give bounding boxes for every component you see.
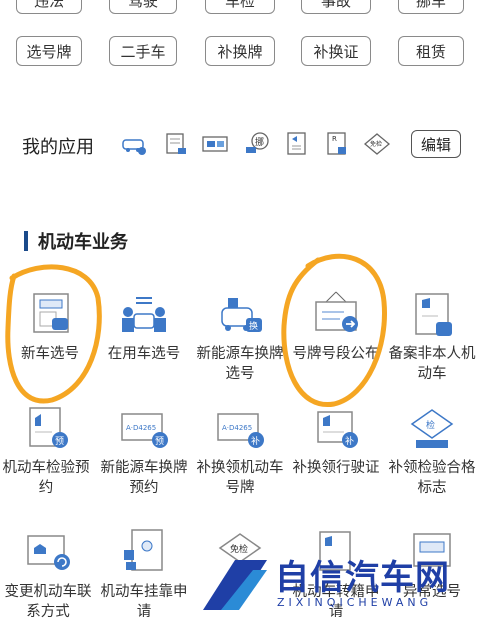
shortcut-replace-license[interactable]: 补换证 (301, 36, 371, 66)
affiliation-icon (124, 529, 163, 571)
tile-replace-license[interactable]: 补 补换领行驶证 (288, 404, 384, 478)
ev-plate-swap-icon: 换 (221, 298, 262, 332)
tile-label: 补换领行驶证 (292, 460, 380, 476)
tile-plate-range-announce[interactable]: 号牌号段公布 (288, 290, 384, 364)
svg-text:预: 预 (155, 436, 164, 447)
tile-change-contact[interactable]: 变更机动车联系方式 (0, 528, 96, 619)
watermark-subtitle: ZIXINQICHEWANG (277, 596, 433, 609)
car-exam-icon[interactable] (120, 131, 148, 157)
watermark-logo: 自信汽车网 ZIXINQICHEWANG (195, 550, 480, 619)
watermark-logo-icon (203, 560, 267, 610)
tile-label: 在用车选号 (107, 346, 181, 362)
document-icon[interactable] (161, 131, 189, 157)
record-vehicle-icon (415, 293, 452, 336)
tile-label: 新能源车换牌预约 (100, 460, 188, 496)
section-header: 机动车业务 (24, 228, 128, 254)
plate-icon[interactable] (201, 131, 229, 157)
tile-ev-plate-swap[interactable]: 换 新能源车换牌选号 (192, 290, 288, 384)
tile-record-vehicle[interactable]: 备案非本人机动车 (384, 290, 480, 384)
tile-new-car-plate[interactable]: 新车选号 (2, 290, 98, 364)
tile-label: 号牌号段公布 (292, 346, 380, 362)
tile-label: 备案非本人机动车 (388, 346, 476, 382)
used-car-plate-icon (122, 297, 166, 332)
shortcut-move-car[interactable]: 挪车 (398, 0, 464, 14)
my-apps-row: 我的应用 挪 R 免检 编辑 (0, 125, 480, 165)
svg-text:挪: 挪 (255, 136, 264, 148)
replace-license-icon: 补 (317, 411, 358, 448)
ev-plate-booking-icon: A·D4265 预 (121, 413, 168, 448)
shortcut-rental[interactable]: 租赁 (398, 36, 464, 66)
watermark-title: 自信汽车网 (275, 558, 450, 598)
tile-ev-plate-booking[interactable]: A·D4265 预 新能源车换牌预约 (96, 404, 192, 498)
svg-text:换: 换 (249, 320, 258, 332)
tile-label: 补领检验合格标志 (388, 460, 476, 496)
shortcut-used-car[interactable]: 二手车 (109, 36, 177, 66)
shortcut-violation[interactable]: 违法 (16, 0, 82, 14)
section-title: 机动车业务 (38, 232, 128, 253)
tile-label: 新车选号 (21, 346, 79, 362)
inspection-mark-icon: 检 (410, 409, 454, 448)
license-icon[interactable]: R (323, 131, 351, 157)
svg-text:A·D4265: A·D4265 (222, 424, 252, 432)
edit-button[interactable]: 编辑 (411, 130, 461, 158)
tile-inspection-mark[interactable]: 检 补领检验合格标志 (384, 404, 480, 498)
svg-text:A·D4265: A·D4265 (126, 424, 156, 432)
tile-label: 补换领机动车号牌 (196, 460, 284, 496)
tile-replace-plate[interactable]: A·D4265 补 补换领机动车号牌 (192, 404, 288, 498)
svg-text:检: 检 (426, 419, 435, 431)
section-accent-bar (24, 231, 28, 251)
shortcut-driving[interactable]: 驾驶 (109, 0, 177, 14)
svg-text:R: R (332, 135, 337, 143)
tile-used-car-plate[interactable]: 在用车选号 (96, 290, 192, 364)
tag-icon[interactable]: 挪 (243, 131, 271, 157)
inspection-booking-icon: 预 (29, 407, 68, 448)
tile-label: 机动车检验预约 (2, 460, 90, 496)
svg-text:免检: 免检 (370, 140, 382, 148)
tile-label: 变更机动车联系方式 (4, 584, 92, 619)
tile-label: 机动车挂靠申请 (100, 584, 188, 619)
replace-plate-icon: A·D4265 补 (217, 413, 264, 448)
svg-text:补: 补 (251, 435, 260, 447)
exempt-icon[interactable]: 免检 (363, 131, 391, 157)
shortcut-replace-plate[interactable]: 补换牌 (205, 36, 275, 66)
my-apps-title: 我的应用 (22, 137, 94, 158)
plate-range-announce-icon (315, 291, 358, 332)
tile-inspection-booking[interactable]: 预 机动车检验预约 (0, 404, 94, 498)
tile-affiliation[interactable]: 机动车挂靠申请 (96, 528, 192, 619)
shortcut-accident[interactable]: 事故 (301, 0, 371, 14)
vehicle-doc-icon[interactable] (283, 131, 311, 157)
svg-text:补: 补 (345, 435, 354, 447)
change-contact-icon (27, 535, 70, 570)
shortcut-vehicle-check[interactable]: 车检 (205, 0, 275, 14)
new-car-plate-icon (33, 293, 69, 333)
shortcut-select-plate[interactable]: 选号牌 (16, 36, 82, 66)
tile-label: 新能源车换牌选号 (196, 346, 284, 382)
svg-text:预: 预 (55, 436, 64, 447)
